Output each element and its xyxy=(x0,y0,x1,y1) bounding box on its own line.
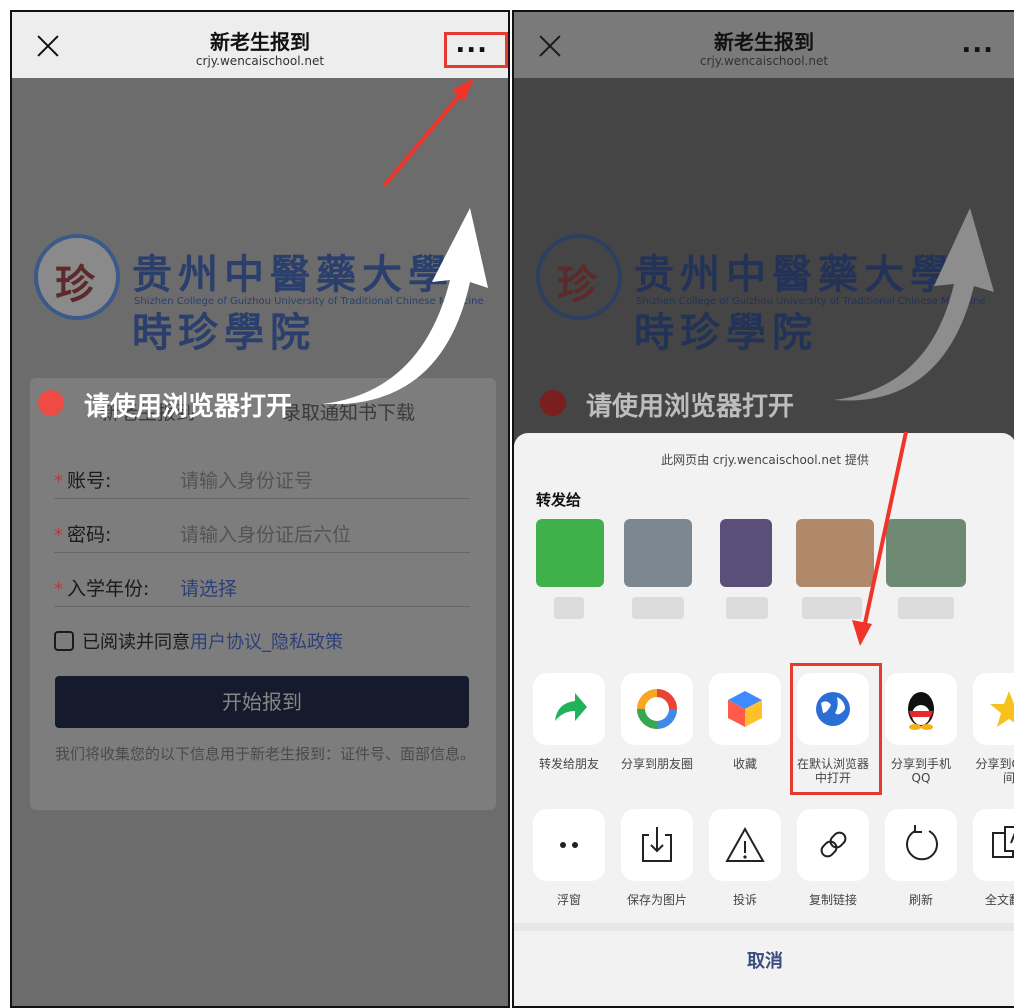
refresh-button[interactable]: 刷新 xyxy=(882,809,960,907)
refresh-icon xyxy=(885,809,957,881)
copy-link-button[interactable]: 复制链接 xyxy=(794,809,872,907)
highlight-open-in-browser xyxy=(790,663,882,795)
right-screenshot: 新老生报到 crjy.wencaischool.net ... 贵州中醫藥大學時… xyxy=(512,10,1014,1008)
float-window-button[interactable]: 浮窗 xyxy=(530,809,608,907)
share-arrow-icon xyxy=(533,673,605,745)
white-curved-arrow-icon xyxy=(322,208,488,405)
translate-button[interactable]: 全文翻译 xyxy=(970,809,1014,907)
moments-icon xyxy=(621,673,693,745)
save-image-icon xyxy=(621,809,693,881)
share-qq-button[interactable]: 分享到手机QQ xyxy=(882,673,960,785)
red-pointer-arrow xyxy=(852,431,908,646)
cancel-button[interactable]: 取消 xyxy=(514,947,1014,973)
guide-arrows xyxy=(322,78,488,405)
left-screenshot: 新老生报到 crjy.wencaischool.net ... 贵州中醫藥大學時… xyxy=(10,10,510,1008)
favorite-button[interactable]: 收藏 xyxy=(706,673,784,771)
qq-penguin-icon xyxy=(885,673,957,745)
cancel-divider xyxy=(514,923,1014,931)
share-qzone-button[interactable]: 分享到QQ空间 xyxy=(970,673,1014,785)
link-icon xyxy=(797,809,869,881)
favorite-cube-icon xyxy=(709,673,781,745)
save-as-image-button[interactable]: 保存为图片 xyxy=(618,809,696,907)
translate-icon xyxy=(973,809,1014,881)
float-window-icon xyxy=(533,809,605,881)
qzone-star-icon xyxy=(973,673,1014,745)
red-pointer-arrow-icon xyxy=(382,88,466,188)
warning-icon xyxy=(709,809,781,881)
forward-to-friend-button[interactable]: 转发给朋友 xyxy=(530,673,608,771)
share-moments-button[interactable]: 分享到朋友圈 xyxy=(618,673,696,771)
red-pointer-arrow-icon xyxy=(862,431,908,629)
complain-button[interactable]: 投诉 xyxy=(706,809,784,907)
